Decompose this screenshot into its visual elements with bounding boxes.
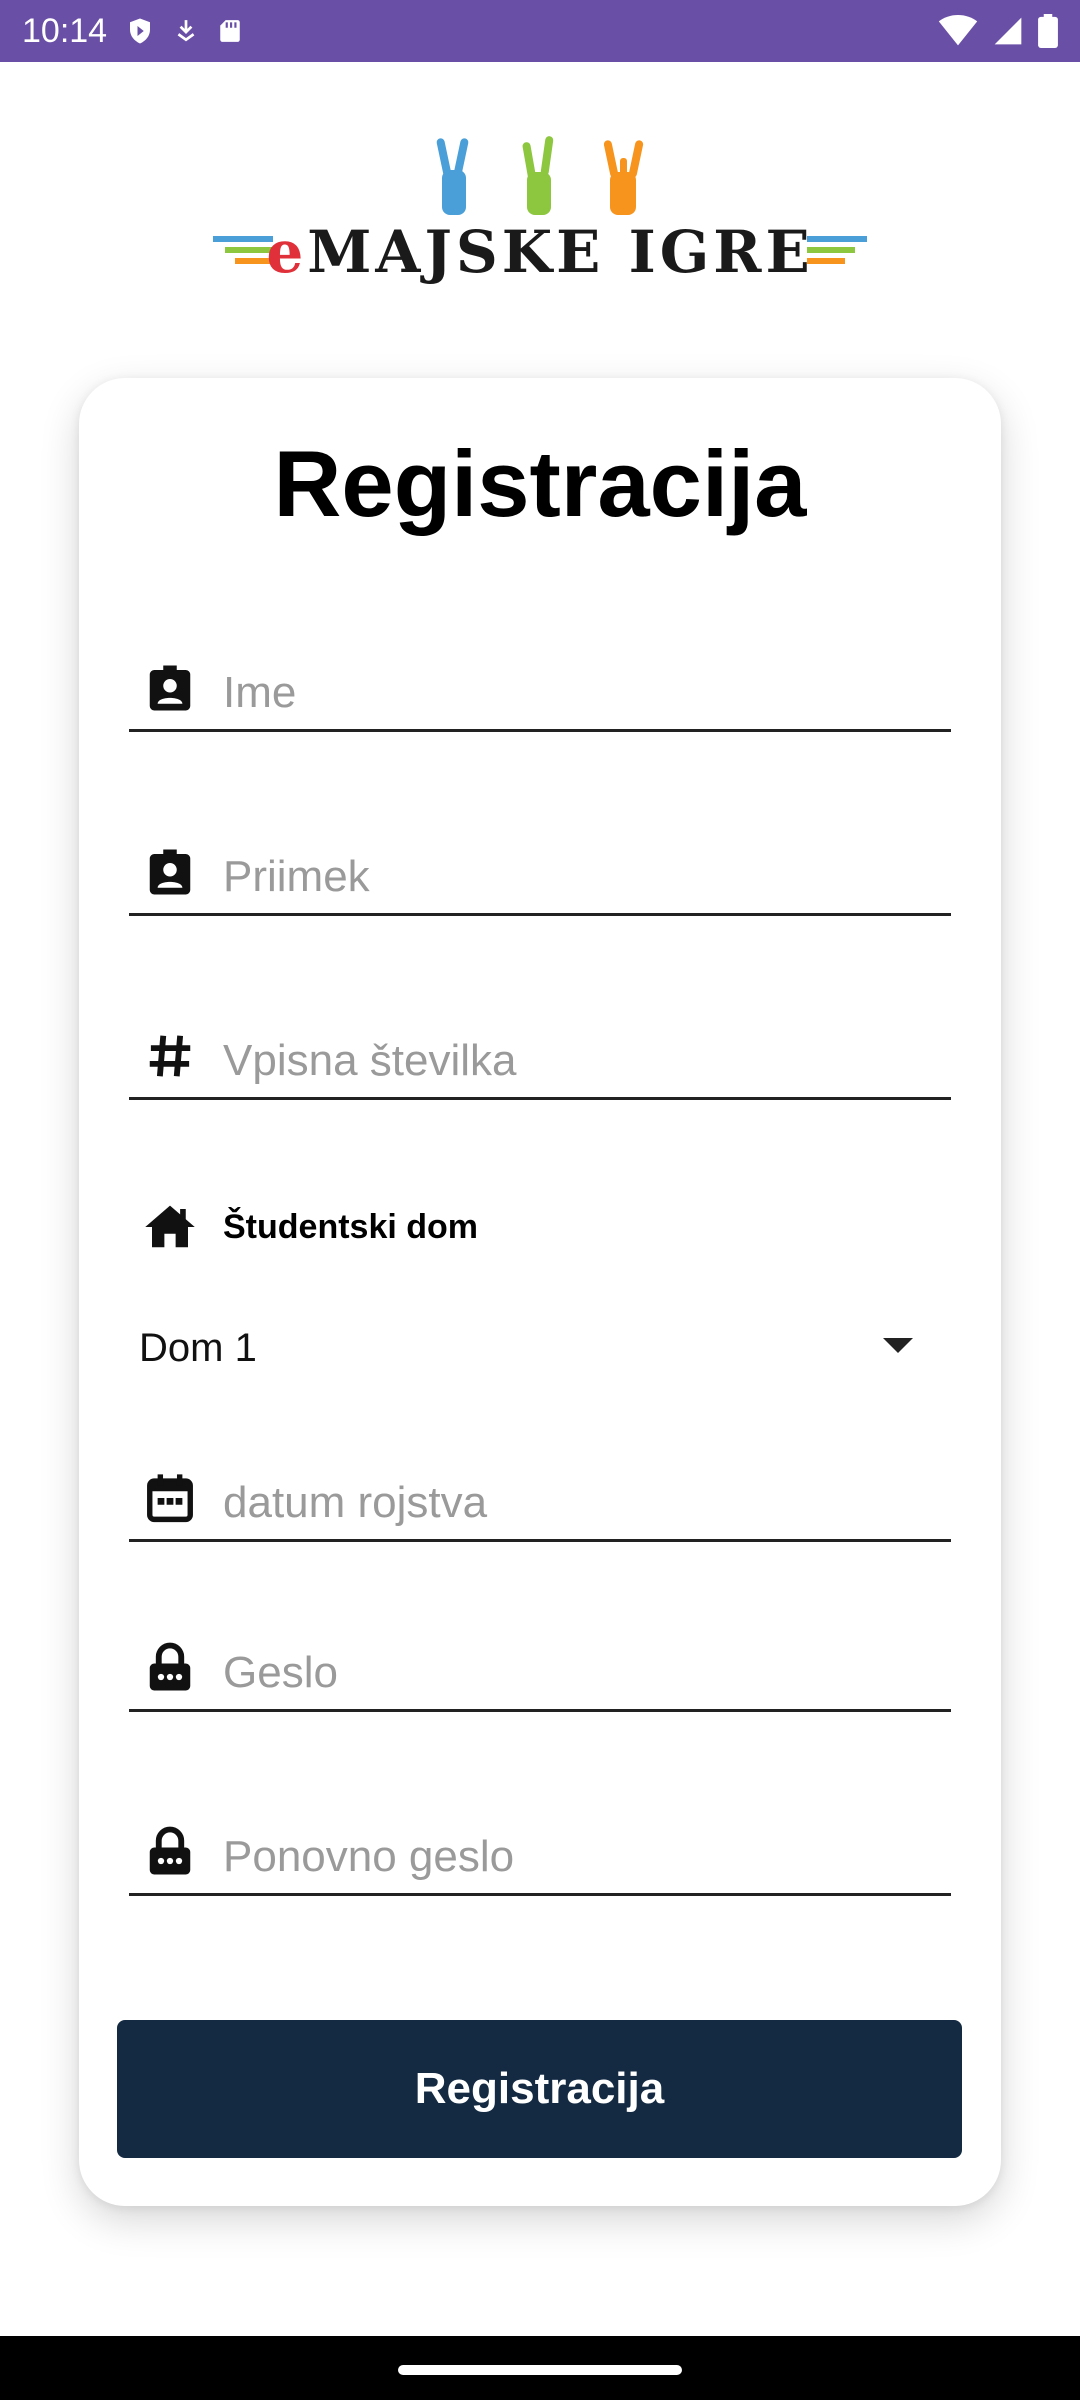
status-bar: 10:14 (0, 0, 1080, 62)
status-system-icons (938, 14, 1058, 48)
logo-text: eMAJSKE IGRE (205, 218, 875, 286)
lock-icon (149, 1826, 191, 1875)
dorm-selected-value: Dom 1 (139, 1325, 257, 1370)
password-input[interactable] (223, 1643, 923, 1703)
page-title: Registracija (273, 431, 807, 536)
dropdown-arrow-icon (883, 1338, 913, 1353)
home-icon (145, 1205, 195, 1248)
dorm-label-row: Študentski dom (129, 1196, 951, 1256)
contact-badge-icon (149, 665, 191, 711)
logo-prefix: e (266, 218, 308, 286)
enrollment-number-field (129, 1030, 951, 1100)
last-name-input[interactable] (223, 847, 923, 907)
download-icon (177, 20, 195, 42)
wifi-icon (938, 15, 978, 46)
contact-badge-icon (149, 849, 191, 895)
home-gesture-handle[interactable] (398, 2365, 682, 2375)
shield-icon (130, 18, 151, 44)
first-name-field (129, 662, 951, 732)
register-button[interactable]: Registracija (117, 2020, 962, 2158)
registration-card: Registracija Študentski dom (79, 378, 1001, 2206)
battery-icon (1038, 14, 1058, 48)
enrollment-number-input[interactable] (223, 1031, 923, 1091)
password-field (129, 1642, 951, 1712)
emajske-igre-logo: eMAJSKE IGRE (205, 130, 875, 290)
last-name-field (129, 846, 951, 916)
password-repeat-field (129, 1826, 951, 1896)
first-name-input[interactable] (223, 663, 923, 723)
birth-date-input[interactable] (223, 1473, 923, 1533)
dorm-label: Študentski dom (223, 1208, 479, 1246)
status-time: 10:14 (22, 11, 108, 50)
calendar-icon (147, 1474, 193, 1523)
hash-icon (149, 1035, 191, 1077)
lock-icon (149, 1642, 191, 1691)
status-notification-icons (125, 15, 243, 47)
signal-icon (994, 17, 1022, 45)
birth-date-field (129, 1472, 951, 1542)
logo-name: MAJSKE IGRE (307, 218, 814, 286)
password-repeat-input[interactable] (223, 1827, 923, 1887)
sd-card-icon (220, 20, 240, 42)
hands-illustration (436, 136, 644, 215)
navigation-bar (0, 2336, 1080, 2400)
dorm-dropdown[interactable]: Dom 1 (129, 1308, 951, 1388)
